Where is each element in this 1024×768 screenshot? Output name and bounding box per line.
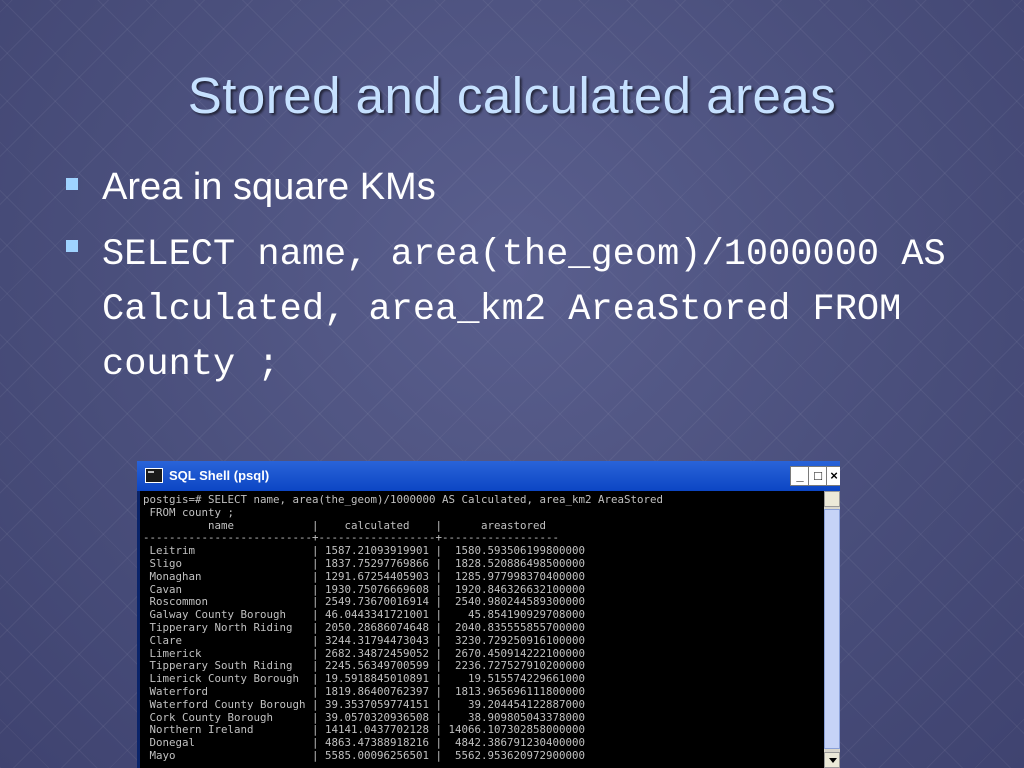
console-line: Waterford County Borough | 39.3537059774… bbox=[143, 697, 586, 711]
terminal-icon bbox=[145, 468, 163, 483]
slide-title: Stored and calculated areas bbox=[187, 67, 837, 124]
scroll-down-button[interactable] bbox=[824, 752, 840, 768]
bullet-text-sql: SELECT name, area(the_geom)/1000000 AS C… bbox=[102, 234, 968, 386]
close-button[interactable]: × bbox=[826, 466, 840, 486]
vertical-scrollbar[interactable] bbox=[824, 491, 840, 768]
window-title: SQL Shell (psql) bbox=[169, 468, 270, 483]
minimize-button[interactable]: _ bbox=[790, 466, 810, 486]
scroll-up-button[interactable] bbox=[824, 491, 840, 507]
console-line: Clare | 3244.31794473043 | 3230.72925091… bbox=[143, 633, 586, 647]
window-titlebar[interactable]: SQL Shell (psql) _ □ × bbox=[137, 461, 840, 491]
sql-shell-window: SQL Shell (psql) _ □ × postgis=# SELECT … bbox=[137, 461, 840, 768]
console-line: Sligo | 1837.75297769866 | 1828.52088649… bbox=[143, 556, 586, 570]
console-line: Monaghan | 1291.67254405903 | 1285.97799… bbox=[143, 569, 586, 583]
console-line: Mayo | 5585.00096256501 | 5562.953620972… bbox=[143, 748, 586, 762]
console-line: FROM county ; bbox=[143, 505, 235, 519]
scroll-thumb[interactable] bbox=[824, 509, 840, 749]
console-line: Tipperary North Riding | 2050.2868607464… bbox=[143, 620, 586, 634]
square-bullet-icon bbox=[66, 178, 78, 190]
console-output[interactable]: postgis=# SELECT name, area(the_geom)/10… bbox=[140, 491, 824, 768]
console-line: Waterford | 1819.86400762397 | 1813.9656… bbox=[143, 684, 586, 698]
square-bullet-icon bbox=[66, 240, 78, 252]
bullet-text-area: Area in square KMs bbox=[102, 166, 436, 208]
console-line: postgis=# SELECT name, area(the_geom)/10… bbox=[143, 493, 664, 506]
maximize-button[interactable]: □ bbox=[808, 466, 828, 486]
